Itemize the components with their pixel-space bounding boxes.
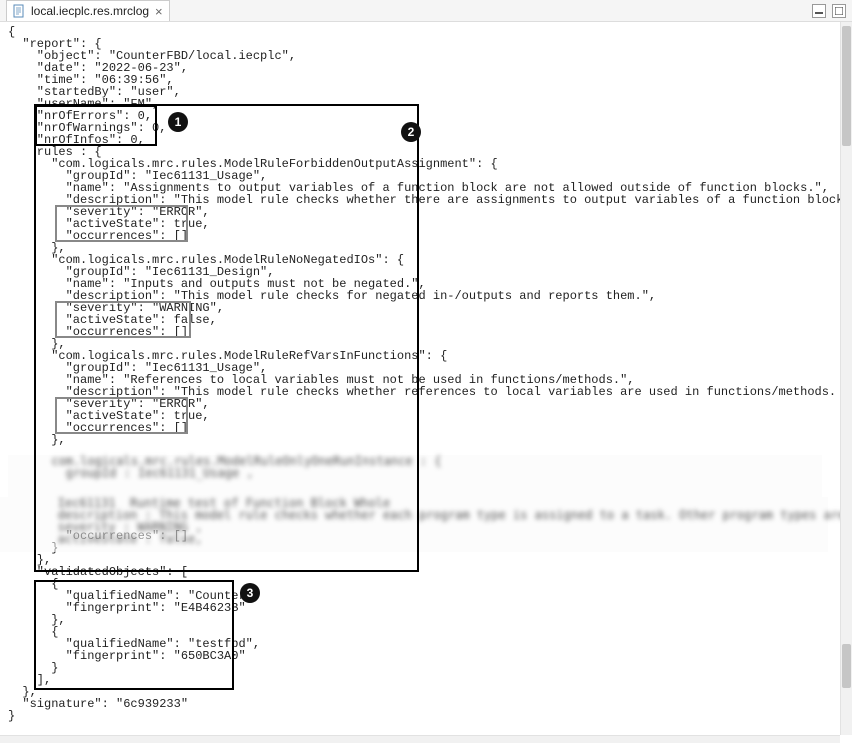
window-controls	[812, 4, 846, 18]
vertical-scroll-thumb-top[interactable]	[842, 26, 851, 146]
file-icon	[13, 4, 25, 18]
maximize-button[interactable]	[832, 4, 846, 18]
blurred-region-1: com.logicals.mrc.rules.ModelRuleOnlyOneR…	[8, 455, 822, 497]
vertical-scrollbar[interactable]	[840, 22, 852, 735]
minimize-button[interactable]	[812, 4, 826, 18]
editor-area: { "report": { "object": "CounterFBD/loca…	[0, 22, 852, 743]
blurred-region-2: Iec61131 Runtime test of Function Block …	[0, 497, 828, 552]
callout-2: 2	[401, 122, 421, 142]
close-icon[interactable]: ×	[155, 5, 163, 18]
file-tab[interactable]: local.iecplc.res.mrclog ×	[6, 0, 170, 21]
file-tab-title: local.iecplc.res.mrclog	[31, 4, 149, 18]
horizontal-scrollbar[interactable]	[0, 735, 840, 743]
callout-1: 1	[168, 112, 188, 132]
vertical-scroll-thumb-bottom[interactable]	[842, 644, 851, 688]
callout-3: 3	[240, 583, 260, 603]
tab-bar: local.iecplc.res.mrclog ×	[0, 0, 852, 22]
code-editor[interactable]: { "report": { "object": "CounterFBD/loca…	[0, 22, 840, 735]
